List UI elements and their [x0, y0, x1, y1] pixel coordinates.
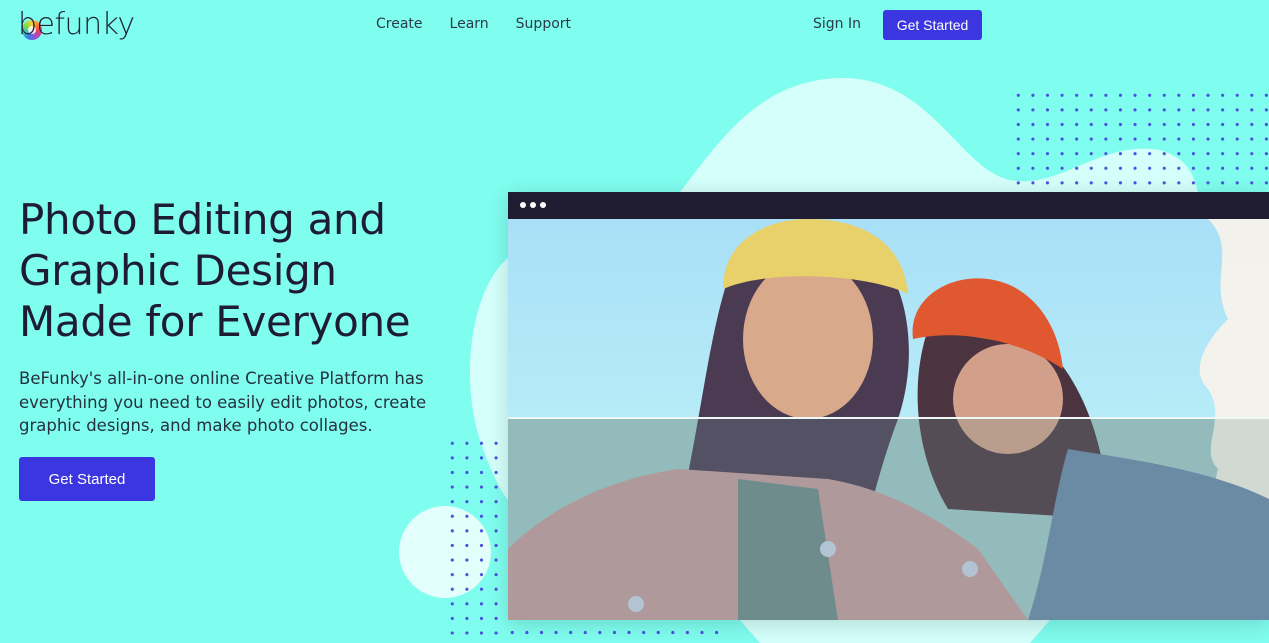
window-title-bar	[508, 192, 1269, 219]
dot-row-bottom	[505, 625, 720, 640]
preview-photo	[508, 219, 1269, 620]
more-dots-icon	[520, 202, 546, 208]
nav-link-create[interactable]: Create	[376, 16, 423, 32]
hero-title: Photo Editing and Graphic Design Made fo…	[19, 194, 459, 347]
hero-title-line: Graphic Design	[19, 246, 337, 295]
top-navigation: befunky Create Learn Support Sign In Get…	[0, 0, 1269, 50]
sign-in-link[interactable]: Sign In	[813, 16, 861, 32]
logo-wordmark: befunky	[18, 7, 135, 42]
hero-description: BeFunky's all-in-one online Creative Pla…	[19, 369, 427, 435]
editor-preview-window	[508, 192, 1269, 620]
hero-get-started-button[interactable]: Get Started	[19, 457, 155, 501]
nav-link-learn[interactable]: Learn	[450, 16, 489, 32]
hero-title-line: Made for Everyone	[19, 297, 411, 346]
dot-grid-top-right	[1011, 88, 1269, 188]
hero-title-line: Photo Editing and	[19, 195, 386, 244]
nav-links: Create Learn Support	[376, 16, 571, 32]
befunky-logo[interactable]: befunky	[18, 7, 135, 43]
before-after-overlay	[508, 419, 1269, 620]
dot-grid-left	[445, 436, 505, 643]
comparison-split-line[interactable]	[508, 417, 1269, 419]
nav-get-started-button[interactable]: Get Started	[883, 10, 982, 40]
nav-link-support[interactable]: Support	[516, 16, 571, 32]
